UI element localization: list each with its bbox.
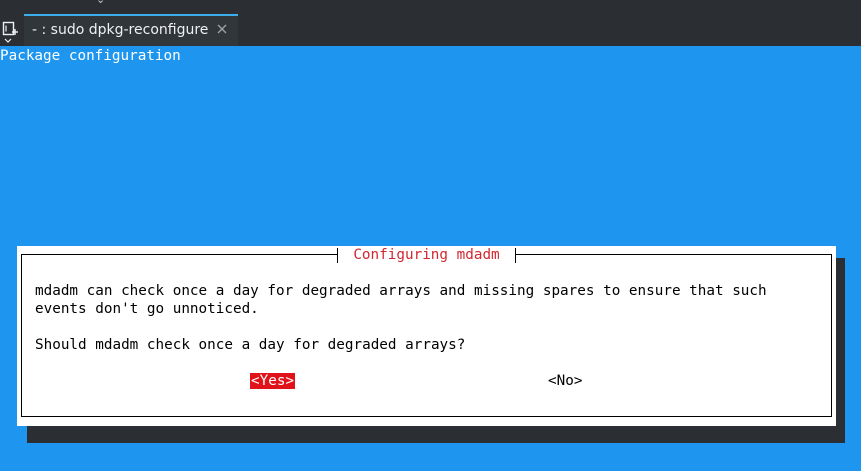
dialog-title: Configuring mdadm bbox=[337, 246, 516, 264]
dialog-shadow-bottom bbox=[27, 426, 845, 443]
tab-close-button[interactable] bbox=[216, 23, 228, 35]
separator-icon: ' bbox=[664, 0, 667, 6]
separator-icon: ' bbox=[150, 0, 153, 6]
terminal-window: ⌄ ' ' ' - : sudo dpkg-reconfigure bbox=[0, 0, 861, 471]
dialog-message-line-1: mdadm can check once a day for degraded … bbox=[35, 283, 767, 299]
terminal-area[interactable]: Package configuration Configuring mdadm … bbox=[0, 46, 861, 471]
no-button[interactable]: <No> bbox=[548, 373, 582, 389]
separator-icon: ' bbox=[688, 0, 691, 6]
close-icon bbox=[217, 24, 227, 34]
dialog-shadow-right bbox=[836, 258, 845, 443]
config-dialog: Configuring mdadm mdadm can check once a… bbox=[17, 246, 836, 426]
window-top-strip: ⌄ ' ' ' bbox=[0, 0, 861, 10]
yes-button[interactable]: <Yes> bbox=[250, 373, 296, 389]
new-tab-icon bbox=[2, 21, 18, 43]
new-tab-button[interactable] bbox=[2, 21, 20, 43]
tab-terminal[interactable]: - : sudo dpkg-reconfigure bbox=[24, 14, 238, 46]
chevron-down-icon: ⌄ bbox=[96, 0, 105, 6]
dialog-message-line-2: events don't go unnoticed. bbox=[35, 301, 259, 317]
dialog-question: Should mdadm check once a day for degrad… bbox=[35, 337, 466, 353]
backtitle: Package configuration bbox=[0, 48, 181, 64]
tab-bar: - : sudo dpkg-reconfigure bbox=[0, 10, 861, 47]
tab-title: - : sudo dpkg-reconfigure bbox=[32, 22, 209, 38]
